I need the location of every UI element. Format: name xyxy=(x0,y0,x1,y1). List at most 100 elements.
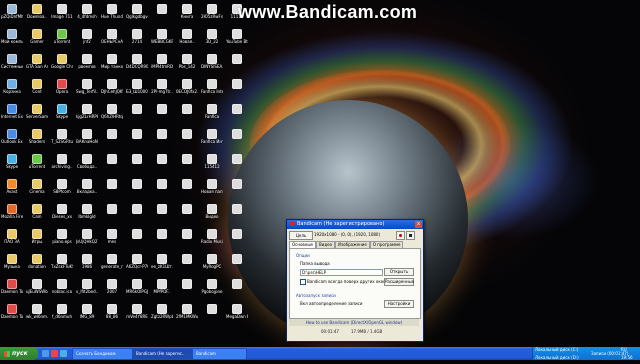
skype-icon[interactable] xyxy=(60,350,67,357)
task-bandicam[interactable]: Bandicam xyxy=(192,348,247,360)
close-icon[interactable]: x xyxy=(415,221,422,228)
desktop-icon[interactable] xyxy=(226,254,248,264)
start-button[interactable]: пуск xyxy=(0,347,38,360)
desktop-icon[interactable]: piano.eps xyxy=(51,229,73,244)
desktop-icon[interactable]: Cinema xyxy=(26,179,48,194)
desktop-icon[interactable]: Q6hZlHRtqo xyxy=(101,104,123,119)
desktop-icon[interactable] xyxy=(176,129,198,139)
desktop-icon[interactable]: Новая папка xyxy=(201,179,223,194)
desktop-icon[interactable]: Opera xyxy=(51,79,73,94)
desktop-icon[interactable]: mes xyxy=(101,229,123,244)
desktop-icon[interactable]: Hue Thunder xyxy=(101,4,123,19)
desktop-icon[interactable]: Б3_Ш1000.. xyxy=(126,79,148,94)
desktop-icon[interactable]: v_lfit2bed.. xyxy=(76,279,98,294)
tab-image[interactable]: Изображение xyxy=(335,241,370,248)
desktop-icon[interactable]: MegaDwn Pro xyxy=(226,304,248,319)
task-download-bandicam[interactable]: Скачать Бандикам xyxy=(72,348,133,360)
desktop-icon[interactable]: Музыка xyxy=(1,254,23,269)
desktop-icon[interactable]: Mozilla Firefox xyxy=(1,204,23,219)
desktop-icon[interactable]: wk_wl6nm.. xyxy=(26,304,48,319)
desktop-icon[interactable] xyxy=(226,79,248,89)
open-folder-button[interactable]: Открыть xyxy=(384,268,414,276)
desktop-icon[interactable] xyxy=(176,254,198,264)
desktop-icon[interactable]: Fanfica Interstellar xyxy=(201,79,223,94)
tab-general[interactable]: Основные xyxy=(289,241,317,248)
desktop-icon[interactable]: 2714 xyxy=(126,29,148,44)
desktop-icon[interactable]: noblac.ico xyxy=(51,279,73,294)
desktop-icon[interactable]: DJhCehJQKW xyxy=(101,79,123,94)
desktop-icon[interactable]: Системные.. xyxy=(1,54,23,69)
desktop-icon[interactable]: 1986 xyxy=(76,254,98,269)
show-desktop-icon[interactable] xyxy=(42,350,49,357)
desktop-icon[interactable]: Свобода.. xyxy=(76,154,98,169)
desktop-icon[interactable]: YouTube Bt.. xyxy=(226,29,248,44)
desktop-icon[interactable]: 4_4fdmsh xyxy=(76,4,98,19)
desktop-icon[interactable]: lbmklgld xyxy=(76,204,98,219)
desktop-icon[interactable]: Qglkgdbgvq xyxy=(126,4,148,19)
desktop-icon[interactable]: archiving.. xyxy=(51,154,73,169)
desktop-icon[interactable]: donation xyxy=(26,254,48,269)
desktop-icon[interactable]: 0ECOJ0fx2.. xyxy=(176,79,198,94)
desktop-icon[interactable]: generate_n.. xyxy=(101,254,123,269)
desktop-icon[interactable] xyxy=(176,279,198,289)
desktop-icon[interactable] xyxy=(226,154,248,164)
desktop-icon[interactable]: uTorrent xyxy=(26,154,48,169)
desktop-icon[interactable]: 2Ю5zRwFsTC xyxy=(201,4,223,19)
desktop-icon[interactable]: D4DCQR90 xyxy=(126,54,148,69)
desktop-icon[interactable] xyxy=(126,229,148,239)
desktop-icon[interactable] xyxy=(226,229,248,239)
desktop-icon[interactable] xyxy=(176,104,198,114)
output-folder-field[interactable]: D:\pss\HELP xyxy=(300,269,383,276)
desktop-icon[interactable] xyxy=(151,204,173,214)
tab-about[interactable]: О программе xyxy=(369,241,404,248)
desktop-icon[interactable]: Swg_Terfil.. xyxy=(76,79,98,94)
desktop-icon[interactable]: 2Pl-mgTtr.. xyxy=(151,79,173,94)
desktop-icon[interactable]: Вкладка.. xyxy=(76,179,98,194)
desktop-icon[interactable]: iMPI4tmRDM xyxy=(151,54,173,69)
desktop-icon[interactable]: Daemon Tools xyxy=(1,279,23,294)
desktop-icon[interactable]: GTA San Andreas xyxy=(26,54,48,69)
desktop-icon[interactable]: Radio MusicRad.. xyxy=(201,229,223,244)
desktop-icon[interactable] xyxy=(176,179,198,189)
desktop-icon[interactable]: Видео xyxy=(201,204,223,219)
always-on-top-checkbox[interactable] xyxy=(300,279,306,285)
desktop-icon[interactable]: 88_86 xyxy=(101,304,123,319)
desktop-icon[interactable] xyxy=(101,179,123,189)
desktop-icon[interactable]: рвемгов xyxy=(76,54,98,69)
tray-drive-d[interactable]: Локальный диск (D:) xyxy=(535,351,579,364)
desktop-icon[interactable]: MPfPDF.. xyxy=(151,279,173,294)
desktop-icon[interactable]: Google Chrome xyxy=(51,54,73,69)
desktop-icon[interactable]: Cam xyxy=(26,204,48,219)
stop-button[interactable] xyxy=(406,231,415,240)
help-link[interactable]: How to use Bandicam (DirectX/OpenGL wind… xyxy=(289,319,419,326)
desktop-icon[interactable]: ВАКnaHoN xyxy=(76,129,98,144)
desktop-icon[interactable]: Skype xyxy=(51,104,73,119)
settings-button[interactable]: Настройки xyxy=(384,300,414,308)
desktop-icon[interactable] xyxy=(176,154,198,164)
desktop-icon[interactable]: IMG_89 xyxy=(76,304,98,319)
desktop-icon[interactable]: Daemon Tools Lite xyxy=(1,304,23,319)
desktop-icon[interactable]: Dieses_xx xyxy=(51,204,73,219)
desktop-icon[interactable]: kjgZLrHRPHd xyxy=(76,104,98,119)
desktop-icon[interactable] xyxy=(126,104,148,114)
desktop-icon[interactable] xyxy=(101,154,123,164)
desktop-icon[interactable]: Книга xyxy=(176,4,198,19)
desktop-icon[interactable] xyxy=(151,229,173,239)
desktop-icon[interactable]: 2007 xyxy=(101,279,123,294)
desktop-icon[interactable] xyxy=(126,204,148,214)
desktop-icon[interactable] xyxy=(151,4,173,14)
task-bandicam-window[interactable]: Bandicam (Не зарегис.. xyxy=(132,348,193,360)
desktop-icon[interactable] xyxy=(176,229,198,239)
desktop-icon[interactable]: DINYSISEA.. xyxy=(201,54,223,69)
desktop-icon[interactable]: ServerSamp xyxy=(26,104,48,119)
desktop-icon[interactable]: jnf2 xyxy=(76,29,98,44)
desktop-icon[interactable] xyxy=(226,204,248,214)
desktop-icon[interactable]: Outlook Express xyxy=(1,129,23,144)
desktop-icon[interactable]: Zgtz2RWpb xyxy=(151,304,173,319)
tab-video[interactable]: Видео xyxy=(316,241,336,248)
opera-icon[interactable] xyxy=(51,350,58,357)
desktop-icon[interactable]: Игры xyxy=(26,229,48,244)
desktop-icon[interactable]: S8Pfcom xyxy=(51,179,73,194)
desktop-icon[interactable] xyxy=(226,179,248,189)
desktop-icon[interactable]: Internet Explorer xyxy=(1,104,23,119)
